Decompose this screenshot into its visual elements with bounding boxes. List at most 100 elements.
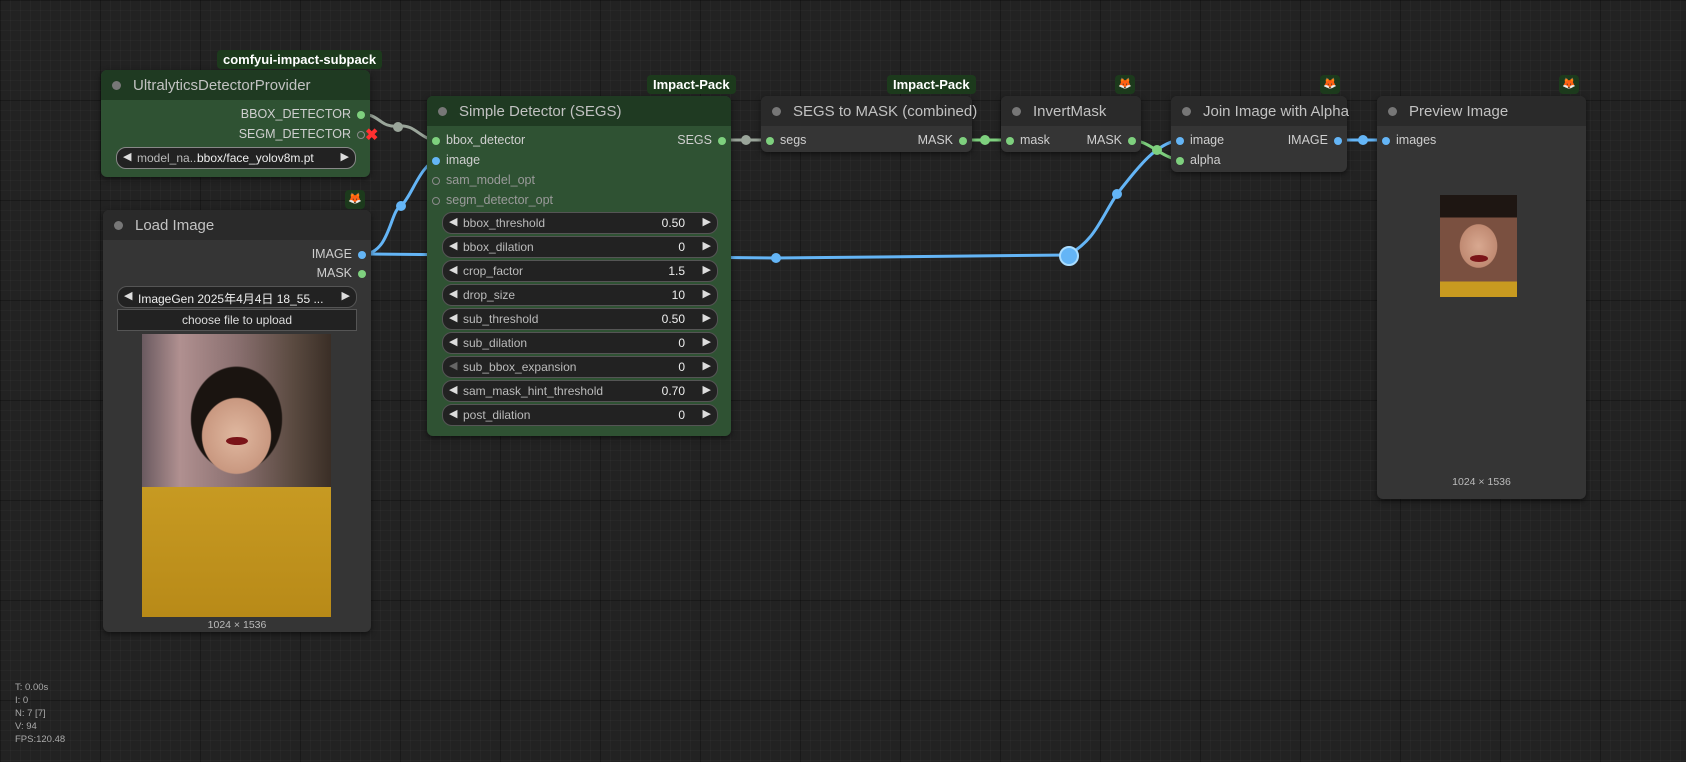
slot-pin-icon[interactable]	[358, 251, 366, 259]
node-title-bar[interactable]: Preview Image	[1377, 96, 1586, 126]
image-detail	[226, 437, 248, 445]
input-segs[interactable]: segs	[761, 133, 806, 147]
widget-value: 0	[678, 336, 685, 350]
widget-label: bbox_threshold	[463, 216, 546, 230]
node-title-bar[interactable]: Simple Detector (SEGS)	[427, 96, 731, 126]
arrow-left-icon[interactable]: ◀	[449, 407, 457, 420]
widget-bbox-threshold[interactable]: ◀ bbox_threshold 0.50 ▶	[442, 212, 718, 234]
arrow-right-icon[interactable]: ▶	[341, 150, 349, 163]
widget-value: bbox/face_yolov8m.pt	[197, 151, 314, 165]
node-simple-detector[interactable]: Simple Detector (SEGS) bbox_detector ima…	[427, 96, 731, 436]
node-title-bar[interactable]: Load Image	[103, 210, 371, 240]
output-segm-detector[interactable]: SEGM_DETECTOR	[239, 127, 370, 141]
collapse-dot-icon[interactable]	[772, 107, 781, 116]
arrow-left-icon[interactable]: ◀	[449, 215, 457, 228]
input-mask[interactable]: mask	[1001, 133, 1050, 147]
widget-label: sub_dilation	[463, 336, 528, 350]
slot-pin-icon[interactable]	[1006, 137, 1014, 145]
output-segs[interactable]: SEGS	[677, 133, 731, 147]
collapse-dot-icon[interactable]	[112, 81, 121, 90]
input-alpha[interactable]: alpha	[1171, 153, 1221, 167]
arrow-right-icon[interactable]: ▶	[703, 239, 711, 252]
input-segm-detector-opt[interactable]: segm_detector_opt	[427, 193, 553, 207]
slot-pin-icon[interactable]	[432, 137, 440, 145]
input-image[interactable]: image	[427, 153, 480, 167]
node-badge-impact-pack: Impact-Pack	[647, 75, 736, 94]
node-title: SEGS to MASK (combined)	[793, 103, 978, 120]
widget-sub-dilation[interactable]: ◀ sub_dilation 0 ▶	[442, 332, 718, 354]
arrow-right-icon[interactable]: ▶	[703, 263, 711, 276]
widget-value: 1.5	[668, 264, 685, 278]
widget-model-name[interactable]: ◀ model_na... bbox/face_yolov8m.pt ▶	[116, 147, 356, 169]
output-mask[interactable]: MASK	[317, 266, 371, 280]
arrow-right-icon[interactable]: ▶	[342, 289, 350, 302]
output-mask[interactable]: MASK	[918, 133, 972, 147]
node-title-bar[interactable]: Join Image with Alpha	[1171, 96, 1349, 126]
slot-pin-icon[interactable]	[432, 157, 440, 165]
widget-crop-factor[interactable]: ◀ crop_factor 1.5 ▶	[442, 260, 718, 282]
slot-pin-icon[interactable]	[1176, 157, 1184, 165]
widget-bbox-dilation[interactable]: ◀ bbox_dilation 0 ▶	[442, 236, 718, 258]
slot-pin-icon[interactable]	[432, 197, 440, 205]
node-load-image[interactable]: Load Image IMAGE MASK ◀ ImageGen 2025年4月…	[103, 210, 371, 632]
arrow-left-icon[interactable]: ◀	[449, 335, 457, 348]
output-image[interactable]: IMAGE	[312, 247, 371, 261]
input-bbox-detector[interactable]: bbox_detector	[427, 133, 525, 147]
slot-pin-icon[interactable]	[1334, 137, 1342, 145]
output-image[interactable]: IMAGE	[1288, 133, 1347, 147]
arrow-left-icon[interactable]: ◀	[449, 359, 457, 372]
slot-pin-icon[interactable]	[1382, 137, 1390, 145]
arrow-right-icon[interactable]: ▶	[703, 311, 711, 324]
widget-drop-size[interactable]: ◀ drop_size 10 ▶	[442, 284, 718, 306]
collapse-dot-icon[interactable]	[1012, 107, 1021, 116]
output-mask[interactable]: MASK	[1087, 133, 1141, 147]
arrow-right-icon[interactable]: ▶	[703, 215, 711, 228]
slot-pin-icon[interactable]	[1128, 137, 1136, 145]
slot-pin-icon[interactable]	[959, 137, 967, 145]
arrow-left-icon[interactable]: ◀	[124, 289, 132, 302]
node-title-bar[interactable]: UltralyticsDetectorProvider	[101, 70, 370, 100]
slot-pin-icon[interactable]	[358, 270, 366, 278]
arrow-left-icon[interactable]: ◀	[449, 311, 457, 324]
arrow-left-icon[interactable]: ◀	[449, 383, 457, 396]
collapse-dot-icon[interactable]	[114, 221, 123, 230]
arrow-left-icon[interactable]: ◀	[449, 287, 457, 300]
node-preview-image[interactable]: Preview Image images 1024 × 1536	[1377, 96, 1586, 499]
arrow-left-icon[interactable]: ◀	[449, 263, 457, 276]
node-title-bar[interactable]: InvertMask	[1001, 96, 1141, 126]
node-ultralytics-detector-provider[interactable]: UltralyticsDetectorProvider BBOX_DETECTO…	[101, 70, 378, 177]
arrow-left-icon[interactable]: ◀	[449, 239, 457, 252]
slot-pin-icon[interactable]	[432, 177, 440, 185]
slot-pin-icon[interactable]	[718, 137, 726, 145]
input-images[interactable]: images	[1377, 133, 1436, 147]
widget-post-dilation[interactable]: ◀ post_dilation 0 ▶	[442, 404, 718, 426]
collapse-dot-icon[interactable]	[438, 107, 447, 116]
widget-sam-mask-hint-threshold[interactable]: ◀ sam_mask_hint_threshold 0.70 ▶	[442, 380, 718, 402]
arrow-right-icon[interactable]: ▶	[703, 359, 711, 372]
preview-image[interactable]	[1440, 195, 1517, 297]
input-sam-model-opt[interactable]: sam_model_opt	[427, 173, 535, 187]
collapse-dot-icon[interactable]	[1182, 107, 1191, 116]
arrow-left-icon[interactable]: ◀	[123, 150, 131, 163]
slot-pin-icon[interactable]	[1176, 137, 1184, 145]
widget-sub-threshold[interactable]: ◀ sub_threshold 0.50 ▶	[442, 308, 718, 330]
widget-image-file[interactable]: ◀ ImageGen 2025年4月4日 18_55 ... ▶	[117, 286, 357, 308]
slot-label: IMAGE	[311, 247, 352, 261]
arrow-right-icon[interactable]: ▶	[703, 383, 711, 396]
slot-pin-icon[interactable]	[357, 111, 365, 119]
arrow-right-icon[interactable]: ▶	[703, 407, 711, 420]
widget-sub-bbox-expansion[interactable]: ◀ sub_bbox_expansion 0 ▶	[442, 356, 718, 378]
arrow-right-icon[interactable]: ▶	[703, 287, 711, 300]
arrow-right-icon[interactable]: ▶	[703, 335, 711, 348]
output-bbox-detector[interactable]: BBOX_DETECTOR	[241, 107, 370, 121]
node-invert-mask[interactable]: InvertMask mask MASK	[1001, 96, 1141, 152]
node-join-image-alpha[interactable]: Join Image with Alpha image alpha IMAGE	[1171, 96, 1349, 172]
upload-button[interactable]: choose file to upload	[117, 309, 357, 331]
node-segs-to-mask[interactable]: SEGS to MASK (combined) segs MASK	[761, 96, 977, 152]
collapse-dot-icon[interactable]	[1388, 107, 1397, 116]
input-image[interactable]: image	[1171, 133, 1224, 147]
node-title-bar[interactable]: SEGS to MASK (combined)	[761, 96, 977, 126]
slot-pin-icon[interactable]	[766, 137, 774, 145]
slot-pin-icon[interactable]	[357, 131, 365, 139]
slot-label: image	[1190, 133, 1225, 147]
